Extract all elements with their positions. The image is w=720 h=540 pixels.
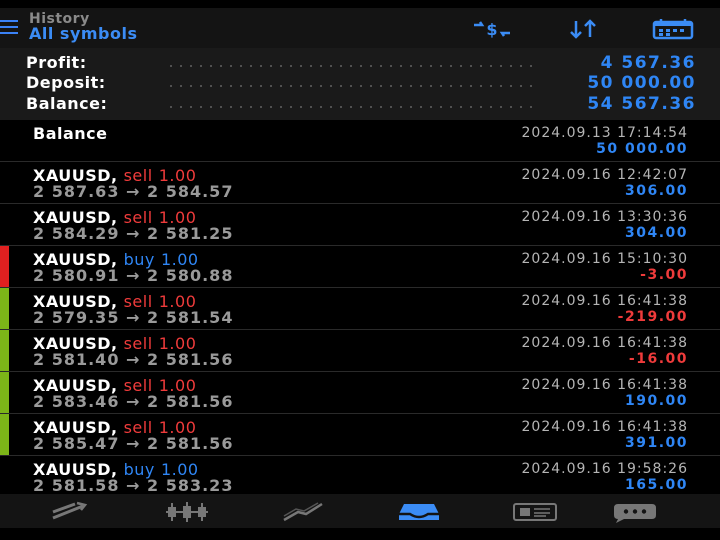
- deal-row[interactable]: XAUUSD, sell 1.00 2 585.47 → 2 581.56 202…: [0, 414, 720, 456]
- calendar-icon[interactable]: [651, 18, 695, 40]
- open-price: 2 587.63: [33, 182, 120, 201]
- sort-icon[interactable]: [562, 18, 606, 40]
- deal-prices: 2 581.58 → 2 583.23: [33, 476, 234, 494]
- deal-amount: -219.00: [617, 309, 688, 325]
- deal-time: 2024.09.16 13:30:36: [521, 209, 688, 225]
- deal-time: 2024.09.16 16:41:38: [521, 419, 688, 435]
- deal-prices: 2 579.35 → 2 581.54: [33, 308, 234, 327]
- open-price: 2 579.35: [33, 308, 120, 327]
- deal-amount: 190.00: [624, 393, 688, 409]
- row-marker: [0, 162, 9, 203]
- close-price: 2 581.56: [147, 350, 234, 369]
- deal-prices: 2 585.47 → 2 581.56: [33, 434, 234, 453]
- deal-amount: 391.00: [624, 435, 688, 451]
- deal-row[interactable]: XAUUSD, sell 1.00 2 579.35 → 2 581.54 202…: [0, 288, 720, 330]
- open-price: 2 584.29: [33, 224, 120, 243]
- deal-amount: 306.00: [624, 183, 688, 199]
- profit-label: Profit:: [26, 53, 87, 72]
- close-price: 2 583.23: [147, 476, 234, 494]
- open-price: 2 583.46: [33, 392, 120, 411]
- messages-icon[interactable]: [608, 500, 658, 524]
- deal-prices: 2 580.91 → 2 580.88: [33, 266, 234, 285]
- row-marker: [0, 456, 9, 494]
- row-marker: [0, 204, 9, 245]
- currency-exchange-icon[interactable]: $: [470, 18, 514, 40]
- profit-value: 4 567.36: [600, 53, 696, 73]
- deal-amount: 165.00: [624, 477, 688, 493]
- deal-prices: 2 581.40 → 2 581.56: [33, 350, 234, 369]
- deal-amount: 304.00: [624, 225, 688, 241]
- mt5-history-screen: History All symbols $ Profit: 4 567.36 D…: [0, 0, 720, 540]
- profit-row: Profit: 4 567.36: [26, 53, 696, 73]
- close-price: 2 584.57: [147, 182, 234, 201]
- deal-time: 2024.09.16 15:10:30: [521, 251, 688, 267]
- trade-icon[interactable]: [278, 500, 328, 524]
- row-marker: [0, 372, 9, 413]
- deal-row[interactable]: XAUUSD, sell 1.00 2 581.40 → 2 581.56 202…: [0, 330, 720, 372]
- deals-list[interactable]: Balance 2024.09.13 17:14:54 50 000.00 XA…: [0, 120, 720, 494]
- deal-prices: 2 583.46 → 2 581.56: [33, 392, 234, 411]
- open-price: 2 581.40: [33, 350, 120, 369]
- deal-time: 2024.09.16 16:41:38: [521, 377, 688, 393]
- open-price: 2 585.47: [33, 434, 120, 453]
- chart-icon[interactable]: [162, 500, 212, 524]
- open-price: 2 581.58: [33, 476, 120, 494]
- svg-text:$: $: [486, 20, 497, 39]
- leader-dots: [166, 65, 536, 67]
- deal-row[interactable]: XAUUSD, sell 1.00 2 587.63 → 2 584.57 202…: [0, 162, 720, 204]
- account-summary: Profit: 4 567.36 Deposit: 50 000.00 Bala…: [0, 48, 720, 120]
- news-icon[interactable]: [510, 500, 560, 524]
- close-price: 2 580.88: [147, 266, 234, 285]
- deal-amount: -3.00: [640, 267, 688, 283]
- app-header: History All symbols $: [0, 8, 720, 48]
- row-marker: [0, 120, 9, 161]
- deal-row[interactable]: XAUUSD, sell 1.00 2 584.29 → 2 581.25 202…: [0, 204, 720, 246]
- close-price: 2 581.56: [147, 434, 234, 453]
- deposit-value: 50 000.00: [587, 73, 696, 93]
- open-price: 2 580.91: [33, 266, 120, 285]
- deal-row-balance[interactable]: Balance 2024.09.13 17:14:54 50 000.00: [0, 120, 720, 162]
- deal-time: 2024.09.13 17:14:54: [521, 125, 688, 141]
- deposit-row: Deposit: 50 000.00: [26, 73, 696, 93]
- deal-time: 2024.09.16 16:41:38: [521, 293, 688, 309]
- history-icon[interactable]: [394, 500, 444, 524]
- balance-label: Balance:: [26, 94, 108, 113]
- deal-time: 2024.09.16 16:41:38: [521, 335, 688, 351]
- deal-prices: 2 587.63 → 2 584.57: [33, 182, 234, 201]
- deal-amount: 50 000.00: [596, 141, 688, 157]
- quotes-icon[interactable]: [45, 500, 95, 524]
- deal-row[interactable]: XAUUSD, buy 1.00 2 581.58 → 2 583.23 2024…: [0, 456, 720, 494]
- deal-time: 2024.09.16 19:58:26: [521, 461, 688, 477]
- row-marker: [0, 246, 9, 287]
- deal-row[interactable]: XAUUSD, sell 1.00 2 583.46 → 2 581.56 202…: [0, 372, 720, 414]
- bottom-navigation: [0, 494, 720, 528]
- deal-time: 2024.09.16 12:42:07: [521, 167, 688, 183]
- menu-icon[interactable]: [0, 20, 18, 36]
- close-price: 2 581.54: [147, 308, 234, 327]
- deal-row[interactable]: XAUUSD, buy 1.00 2 580.91 → 2 580.88 2024…: [0, 246, 720, 288]
- row-marker: [0, 288, 9, 329]
- close-price: 2 581.25: [147, 224, 234, 243]
- system-navigation-bar: [0, 528, 720, 540]
- leader-dots: [166, 85, 536, 87]
- symbol-filter[interactable]: All symbols: [29, 24, 138, 43]
- balance-value: 54 567.36: [587, 94, 696, 114]
- balance-row: Balance: 54 567.36: [26, 94, 696, 114]
- row-marker: [0, 330, 9, 371]
- deposit-label: Deposit:: [26, 73, 106, 92]
- row-marker: [0, 414, 9, 455]
- deal-prices: 2 584.29 → 2 581.25: [33, 224, 234, 243]
- leader-dots: [166, 106, 536, 108]
- deal-symbol: Balance: [33, 124, 108, 143]
- close-price: 2 581.56: [147, 392, 234, 411]
- status-bar: [0, 0, 720, 8]
- deal-amount: -16.00: [628, 351, 688, 367]
